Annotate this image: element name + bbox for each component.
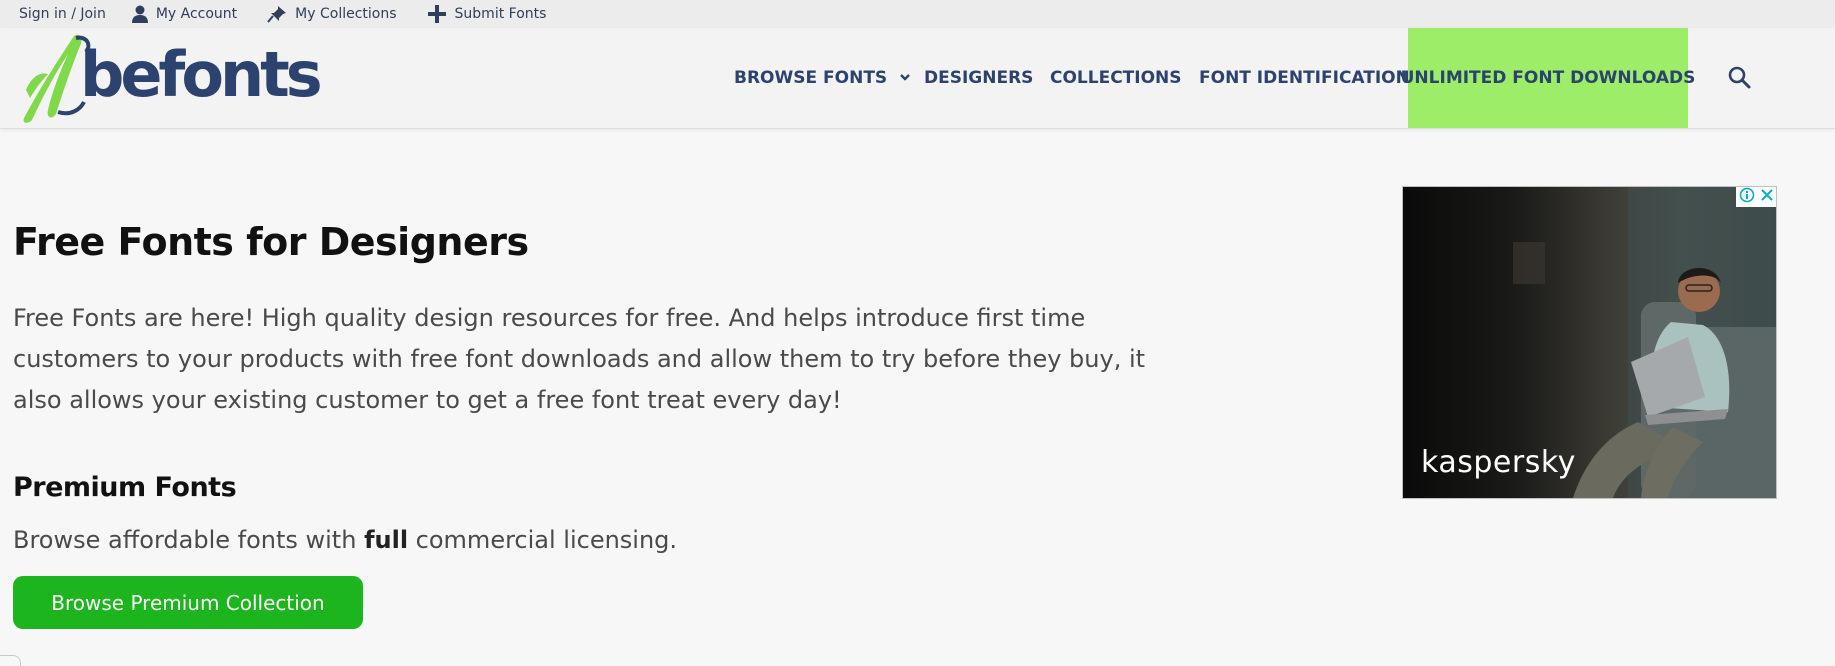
nav-designers-label: DESIGNERS <box>924 68 1034 88</box>
my-account-link[interactable]: My Account <box>131 5 238 23</box>
tagline-post: commercial licensing. <box>408 526 678 554</box>
intro-text: Free Fonts are here! High quality design… <box>13 304 1146 414</box>
nav-browse-label: BROWSE FONTS <box>734 68 888 88</box>
my-collections-label: My Collections <box>295 6 397 22</box>
tagline-bold: full <box>364 526 409 554</box>
nav-collections-label: COLLECTIONS <box>1050 68 1182 88</box>
site-logo[interactable]: befonts <box>18 32 323 124</box>
premium-fonts-heading: Premium Fonts <box>13 472 237 503</box>
nav-designers[interactable]: DESIGNERS <box>924 28 1033 128</box>
utility-bar: Sign in / Join My Account My Collections… <box>0 0 1835 28</box>
ad-brand-text: kaspersky <box>1421 445 1576 480</box>
page-corner-divider <box>0 655 21 666</box>
nav-browse-fonts[interactable]: BROWSE FONTS <box>734 28 911 128</box>
signin-link[interactable]: Sign in / Join <box>19 6 106 22</box>
pin-icon <box>267 5 287 23</box>
chevron-down-icon <box>899 74 911 82</box>
advertisement[interactable]: kaspersky <box>1402 186 1777 499</box>
site-header: befonts BROWSE FONTS DESIGNERS COLLECTIO… <box>0 28 1835 129</box>
submit-fonts-label: Submit Fonts <box>454 6 547 22</box>
signin-label: Sign in / Join <box>19 6 106 22</box>
nav-unlimited-downloads[interactable]: UNLIMITED FONT DOWNLOADS <box>1401 28 1695 128</box>
logo-wordmark: befonts <box>80 38 323 111</box>
ad-controls <box>1736 187 1776 207</box>
close-icon[interactable] <box>1760 188 1774 207</box>
tagline-pre: Browse affordable fonts with <box>13 526 365 554</box>
my-collections-link[interactable]: My Collections <box>267 5 397 23</box>
user-icon <box>131 5 148 23</box>
nav-collections[interactable]: COLLECTIONS <box>1050 28 1182 128</box>
nav-font-identification[interactable]: FONT IDENTIFICATION <box>1199 28 1410 128</box>
page-title: Free Fonts for Designers <box>13 220 529 264</box>
nav-identification-label: FONT IDENTIFICATION <box>1199 68 1410 88</box>
my-account-label: My Account <box>155 6 238 22</box>
adchoices-icon[interactable] <box>1739 187 1755 208</box>
search-icon[interactable] <box>1728 66 1752 95</box>
nav-unlimited-label: UNLIMITED FONT DOWNLOADS <box>1400 68 1696 88</box>
premium-tagline: Browse affordable fonts with full commer… <box>13 526 677 554</box>
plus-icon <box>427 4 447 24</box>
submit-fonts-link[interactable]: Submit Fonts <box>427 4 547 24</box>
browse-premium-button[interactable]: Browse Premium Collection <box>13 576 363 629</box>
